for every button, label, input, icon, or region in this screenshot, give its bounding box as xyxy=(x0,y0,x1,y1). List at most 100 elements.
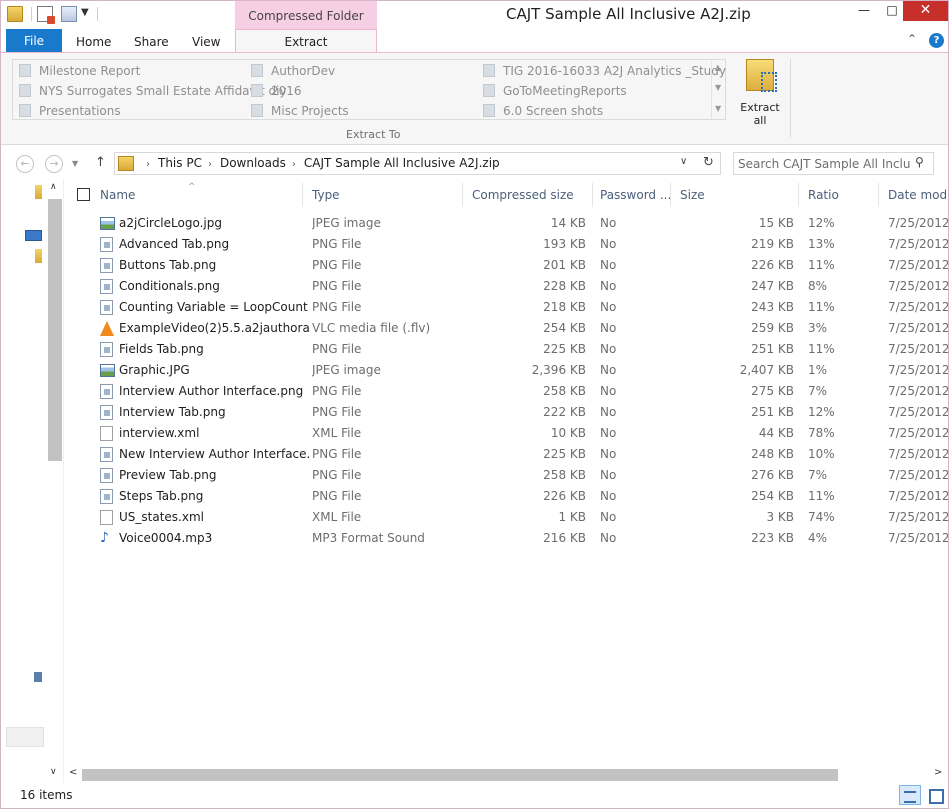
folder-icon[interactable] xyxy=(35,185,42,199)
column-header-size[interactable]: Size xyxy=(680,183,705,207)
date-modified: 7/25/2012 1 xyxy=(888,237,948,251)
extract-destination[interactable]: AuthorDev xyxy=(251,61,335,81)
table-row[interactable]: Buttons Tab.png PNG File 201 KB No 226 KB 11%… xyxy=(64,255,948,276)
scroll-up-icon[interactable]: ∧ xyxy=(50,182,57,192)
breadcrumb-separator-icon[interactable]: › xyxy=(208,159,212,170)
column-divider[interactable] xyxy=(462,183,463,207)
date-modified: 7/25/2012 1 xyxy=(888,384,948,398)
folder-icon[interactable] xyxy=(35,249,42,263)
breadcrumb: › This PC › Downloads › CAJT Sample All Inclu… xyxy=(140,156,500,170)
table-row[interactable]: Interview Author Interface.png PNG File 25… xyxy=(64,381,948,402)
scroll-thumb[interactable] xyxy=(82,769,838,781)
horizontal-scrollbar[interactable]: < > xyxy=(64,767,948,783)
table-row[interactable]: Graphic.JPG JPEG image 2,396 KB No 2,407 KB 1… xyxy=(64,360,948,381)
close-button[interactable]: ✕ xyxy=(903,1,948,21)
sort-ascending-icon: ^ xyxy=(188,182,196,192)
table-row[interactable]: ♪ Voice0004.mp3 MP3 Format Sound 216 KB No 22… xyxy=(64,528,948,549)
back-button[interactable]: ← xyxy=(16,155,34,173)
table-row[interactable]: Preview Tab.png PNG File 258 KB No 276 KB 7% 7… xyxy=(64,465,948,486)
compression-ratio: 1% xyxy=(808,363,828,377)
scroll-thumb[interactable] xyxy=(48,199,62,461)
breadcrumb-item[interactable]: This PC xyxy=(158,156,202,170)
extract-destination[interactable]: NYS Surrogates Small Estate Affidavit di… xyxy=(19,81,287,101)
scroll-left-icon[interactable]: < xyxy=(69,767,77,778)
large-icons-view-icon[interactable] xyxy=(925,785,945,805)
extract-destination[interactable]: GoToMeetingReports xyxy=(483,81,627,101)
extract-destination[interactable]: 2016 xyxy=(251,81,302,101)
select-all-checkbox[interactable] xyxy=(77,188,90,201)
folder-icon xyxy=(483,104,495,117)
column-header-name[interactable]: Name ^ xyxy=(100,182,310,207)
scroll-right-icon[interactable]: > xyxy=(934,767,942,778)
password-protected: No xyxy=(600,321,617,335)
network-icon[interactable] xyxy=(34,672,42,682)
collapse-ribbon-chevron-icon[interactable]: ⌃ xyxy=(907,32,917,46)
password-protected: No xyxy=(600,216,617,230)
extract-all-button[interactable]: Extract all xyxy=(738,59,782,129)
compressed-size: 193 KB xyxy=(543,237,586,251)
breadcrumb-separator-icon[interactable]: › xyxy=(292,159,296,170)
tab-extract[interactable]: Extract xyxy=(235,29,377,54)
table-row[interactable]: Conditionals.png PNG File 228 KB No 247 KB 8%… xyxy=(64,276,948,297)
table-row[interactable]: Fields Tab.png PNG File 225 KB No 251 KB 11% 7… xyxy=(64,339,948,360)
search-input[interactable] xyxy=(738,155,910,173)
table-row[interactable]: interview.xml XML File 10 KB No 44 KB 78% 7/25… xyxy=(64,423,948,444)
tab-file[interactable]: File xyxy=(6,29,62,53)
file-size: 219 KB xyxy=(751,237,794,251)
column-header-type[interactable]: Type xyxy=(312,183,340,207)
recent-locations-chevron-icon[interactable]: ▼ xyxy=(72,159,78,168)
properties-icon[interactable] xyxy=(37,6,55,24)
breadcrumb-item[interactable]: CAJT Sample All Inclusive A2J.zip xyxy=(304,156,500,170)
table-row[interactable]: New Interview Author Interface.... PNG Fi… xyxy=(64,444,948,465)
new-folder-icon[interactable] xyxy=(61,6,77,22)
table-row[interactable]: Advanced Tab.png PNG File 193 KB No 219 KB 13… xyxy=(64,234,948,255)
date-modified: 7/25/2012 1 xyxy=(888,363,948,377)
ribbon-panel: Milestone Report AuthorDev TIG 2016-1603… xyxy=(1,53,948,145)
nav-pane-horizontal-scrollbar[interactable] xyxy=(6,727,44,747)
column-divider[interactable] xyxy=(878,183,879,207)
column-header-ratio[interactable]: Ratio xyxy=(808,183,839,207)
column-header-compressed-size[interactable]: Compressed size xyxy=(472,183,574,207)
refresh-icon[interactable]: ↻ xyxy=(703,155,714,170)
file-type: PNG File xyxy=(312,258,362,272)
table-row[interactable]: US_states.xml XML File 1 KB No 3 KB 74% 7/25/2… xyxy=(64,507,948,528)
scroll-down-icon[interactable]: ▼ xyxy=(715,83,721,92)
extract-destination[interactable]: TIG 2016-16033 A2J Analytics _Study xyxy=(483,61,726,81)
qat-separator xyxy=(31,7,32,21)
customize-qat-chevron-icon[interactable]: ▼ xyxy=(81,7,89,18)
gallery-more-icon[interactable]: ▼ xyxy=(715,104,721,113)
forward-button[interactable]: → xyxy=(45,155,63,173)
scroll-down-icon[interactable]: ∨ xyxy=(50,767,57,777)
breadcrumb-item[interactable]: Downloads xyxy=(220,156,286,170)
column-divider[interactable] xyxy=(592,183,593,207)
table-row[interactable]: a2jCircleLogo.jpg JPEG image 14 KB No 15 KB 1… xyxy=(64,213,948,234)
scroll-up-icon[interactable]: ▲ xyxy=(715,63,721,72)
extract-destination[interactable]: Milestone Report xyxy=(19,61,140,81)
column-divider[interactable] xyxy=(798,183,799,207)
extract-destination[interactable]: Misc Projects xyxy=(251,101,349,121)
table-row[interactable]: Steps Tab.png PNG File 226 KB No 254 KB 11% 7/… xyxy=(64,486,948,507)
search-icon[interactable]: ⚲ xyxy=(915,155,924,169)
address-history-chevron-icon[interactable]: ∨ xyxy=(680,156,687,167)
tab-share[interactable]: Share xyxy=(134,29,169,53)
up-button[interactable]: ↑ xyxy=(95,155,106,170)
table-row[interactable]: Counting Variable = LoopCount... PNG File… xyxy=(64,297,948,318)
extract-destination[interactable]: 6.0 Screen shots xyxy=(483,101,603,121)
tab-home[interactable]: Home xyxy=(76,29,111,53)
help-icon[interactable]: ? xyxy=(929,33,944,48)
this-pc-icon[interactable] xyxy=(25,230,42,241)
details-view-icon[interactable] xyxy=(899,785,921,805)
search-box[interactable]: ⚲ xyxy=(733,152,934,175)
table-row[interactable]: ExampleVideo(2)5.5.a2jauthorall... VLC me… xyxy=(64,318,948,339)
extract-destination[interactable]: Presentations xyxy=(19,101,121,121)
address-bar[interactable]: › This PC › Downloads › CAJT Sample All Inclu… xyxy=(114,152,721,175)
column-divider[interactable] xyxy=(302,183,303,207)
column-divider[interactable] xyxy=(670,183,671,207)
column-header-date-modified[interactable]: Date modif xyxy=(888,183,948,207)
nav-pane-scrollbar[interactable]: ∧ ∨ xyxy=(47,179,63,783)
minimize-button[interactable]: — xyxy=(849,1,879,21)
table-row[interactable]: Interview Tab.png PNG File 222 KB No 251 KB 1… xyxy=(64,402,948,423)
tab-view[interactable]: View xyxy=(192,29,220,53)
gallery-scrollbar[interactable]: ▲ ▼ ▼ xyxy=(711,59,726,120)
column-header-password[interactable]: Password ... xyxy=(600,183,671,207)
